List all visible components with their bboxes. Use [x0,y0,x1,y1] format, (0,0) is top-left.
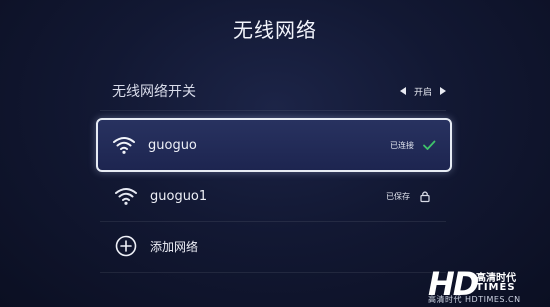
wifi-toggle-switch[interactable]: 开启 [399,85,446,98]
network-status: 已连接 [390,140,414,150]
arrow-left-icon[interactable] [399,87,406,95]
page-title: 无线网络 [233,18,317,42]
network-item-guoguo1[interactable]: guoguo1 已保存 [100,172,446,220]
network-name: guoguo [148,137,197,153]
hdtimes-logo: HD 高清时代 TIMES 高清时代 HDTIMES.CN [428,265,546,305]
lock-icon [420,191,430,203]
plus-circle-icon [115,235,137,257]
network-name: guoguo1 [150,188,208,204]
wifi-toggle-label: 无线网络开关 [112,84,196,100]
add-network-label: 添加网络 [150,239,199,254]
arrow-right-icon[interactable] [440,87,446,95]
wifi-toggle-value: 开启 [413,87,432,98]
network-item-guoguo[interactable]: guoguo 已连接 [96,118,452,172]
wifi-signal-icon [115,188,137,205]
add-network-button[interactable]: 添加网络 [100,222,446,270]
wifi-toggle-row[interactable]: 无线网络开关 开启 [112,78,446,104]
logo-en-text: TIMES [476,282,516,293]
check-icon [423,140,436,150]
divider [100,110,446,111]
network-status: 已保存 [386,191,410,201]
divider [100,272,446,273]
logo-url-text: 高清时代 HDTIMES.CN [428,295,521,304]
wifi-signal-icon [113,137,135,154]
